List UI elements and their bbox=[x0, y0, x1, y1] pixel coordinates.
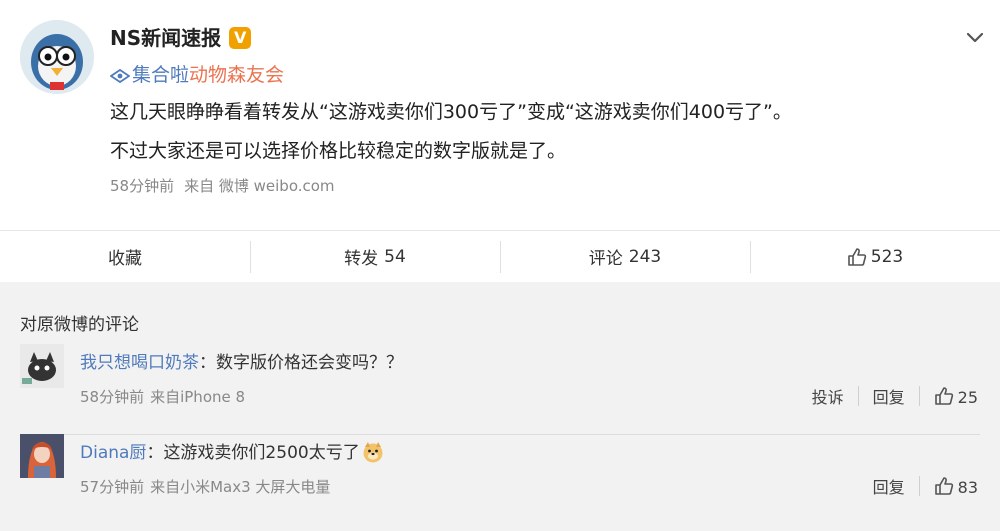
comment-text-post: 变吗？？ bbox=[335, 353, 403, 373]
comment-text-pre: 数字版价格还 bbox=[216, 353, 318, 373]
thumbs-up-icon bbox=[847, 247, 866, 266]
comment-text-highlight: 会 bbox=[318, 353, 335, 373]
comment-count: 243 bbox=[628, 246, 662, 267]
repost-label: 转发 bbox=[344, 249, 379, 269]
action-divider bbox=[918, 386, 920, 406]
comment-label: 评论 bbox=[588, 249, 623, 269]
author-name-text[interactable]: NS新闻速报 bbox=[110, 26, 221, 50]
comment-button[interactable]: 评论 243 bbox=[500, 231, 750, 282]
comment-meta: 57分钟前 来自小米Max3 大屏大电量 bbox=[80, 476, 336, 497]
verified-badge-icon: V bbox=[229, 27, 252, 49]
post-text-line-2: 不过大家还是可以选择价格比较稳定的数字版就是了。 bbox=[110, 140, 567, 162]
comment-like-button[interactable]: 83 bbox=[934, 476, 978, 497]
reply-button[interactable]: 回复 bbox=[873, 384, 905, 408]
doge-emoji-icon bbox=[363, 442, 383, 463]
commenter-avatar[interactable] bbox=[20, 434, 64, 478]
post-source: 来自 微博 weibo.com bbox=[184, 177, 335, 195]
comment-meta: 58分钟前 来自iPhone 8 bbox=[80, 386, 251, 407]
comment-body: Diana厨：这游戏卖你们2500太亏了 bbox=[80, 438, 384, 463]
post-text-line-1: 这几天眼睁睁看着转发从“这游戏卖你们300亏了”变成“这游戏卖你们400亏了”。 bbox=[110, 101, 792, 123]
comment-source: 来自小米Max3 大屏大电量 bbox=[150, 478, 331, 496]
comment-body: 我只想喝口奶茶：数字版价格还会变吗？？ bbox=[80, 348, 403, 373]
topic-link[interactable]: 集合啦动物森友会 bbox=[110, 60, 284, 87]
comment-actions: 回复 83 bbox=[873, 474, 978, 498]
action-bar: 收藏 转发 54 评论 243 523 bbox=[0, 230, 1000, 282]
weibo-post: NS新闻速报 V 集合啦动物森友会 这几天眼睁睁看着转发从“这游戏卖你们300亏了… bbox=[0, 0, 1000, 230]
commenter-name[interactable]: Diana厨 bbox=[80, 443, 146, 463]
comment-like-count: 25 bbox=[957, 387, 978, 407]
topic-eye-icon bbox=[110, 68, 130, 84]
author-name[interactable]: NS新闻速报 V bbox=[110, 22, 252, 51]
comment-item: Diana厨：这游戏卖你们2500太亏了 57分钟前 来自小米Max3 大屏大电量… bbox=[0, 432, 1000, 522]
action-divider bbox=[857, 386, 859, 406]
commenter-avatar[interactable] bbox=[20, 344, 64, 388]
post-meta: 58分钟前 来自 微博 weibo.com bbox=[110, 175, 345, 196]
report-button[interactable]: 投诉 bbox=[812, 384, 844, 408]
comment-item: 我只想喝口奶茶：数字版价格还会变吗？？ 58分钟前 来自iPhone 8 投诉 回… bbox=[0, 342, 1000, 414]
comment-time: 57分钟前 bbox=[80, 478, 145, 496]
comments-section: 对原微博的评论 我只想喝口奶茶：数字版价格还会变吗？？ 58分钟前 来自iPhon… bbox=[0, 282, 1000, 531]
comment-actions: 投诉 回复 25 bbox=[812, 384, 978, 408]
comment-like-count: 83 bbox=[957, 477, 978, 497]
repost-count: 54 bbox=[384, 246, 406, 267]
thumbs-up-icon bbox=[934, 476, 953, 495]
chevron-down-icon[interactable] bbox=[964, 26, 986, 48]
topic-name[interactable]: 动物森友会 bbox=[189, 64, 284, 86]
comment-like-button[interactable]: 25 bbox=[934, 386, 978, 407]
comment-separator: ： bbox=[199, 353, 216, 373]
favorite-label: 收藏 bbox=[108, 249, 142, 269]
favorite-button[interactable]: 收藏 bbox=[0, 231, 250, 282]
post-time[interactable]: 58分钟前 bbox=[110, 177, 174, 195]
thumbs-up-icon bbox=[934, 386, 953, 405]
like-button[interactable]: 523 bbox=[750, 231, 1000, 282]
comment-source: 来自iPhone 8 bbox=[150, 388, 246, 406]
action-divider bbox=[918, 476, 920, 496]
topic-prefix[interactable]: 集合啦 bbox=[132, 64, 189, 86]
comments-title: 对原微博的评论 bbox=[20, 315, 139, 335]
like-count: 523 bbox=[870, 246, 904, 267]
author-avatar[interactable] bbox=[20, 20, 94, 94]
comment-time: 58分钟前 bbox=[80, 388, 145, 406]
comment-text: 这游戏卖你们2500太亏了 bbox=[163, 443, 360, 463]
comment-separator: ： bbox=[146, 443, 164, 463]
reply-button[interactable]: 回复 bbox=[873, 474, 905, 498]
repost-button[interactable]: 转发 54 bbox=[250, 231, 500, 282]
commenter-name[interactable]: 我只想喝口奶茶 bbox=[80, 353, 199, 373]
